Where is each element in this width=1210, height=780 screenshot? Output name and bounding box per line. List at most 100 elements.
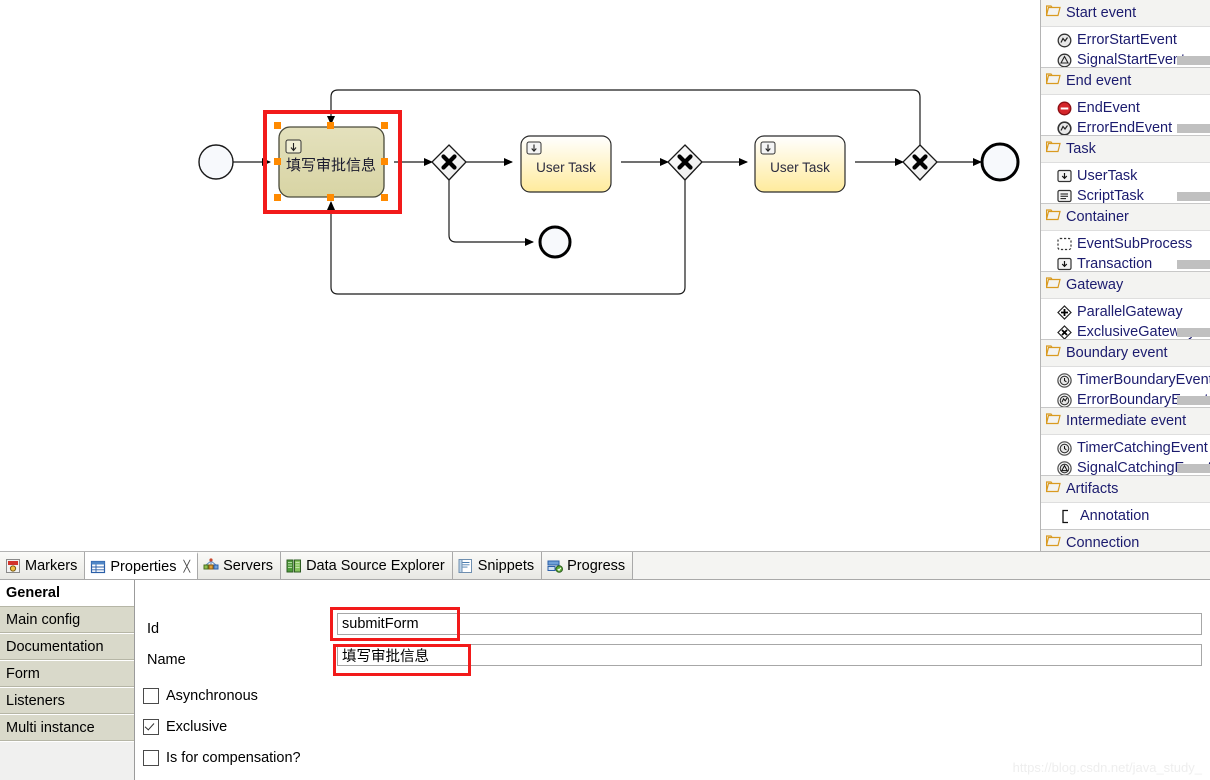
palette-scroll-thumb[interactable]: [1177, 396, 1210, 405]
palette-section-title: Start event: [1066, 5, 1137, 21]
property-tab-list[interactable]: General Main config Documentation Form L…: [0, 580, 135, 780]
bpmn-diagram[interactable]: 填写审批信息 User Task User Task: [0, 0, 1040, 551]
exclusive-checkbox[interactable]: [143, 719, 159, 735]
properties-body: General Main config Documentation Form L…: [0, 580, 1210, 780]
palette-section-header[interactable]: Gateway: [1041, 272, 1210, 299]
palette-scroll-thumb[interactable]: [1177, 56, 1210, 65]
property-tab-main-config[interactable]: Main config: [0, 607, 134, 634]
palette-section-gateway: Gateway ParallelGateway ExclusiveGateway: [1041, 272, 1210, 340]
node-end-event-2[interactable]: [980, 142, 1020, 182]
palette-section-title: End event: [1066, 73, 1132, 89]
node-gateway-1[interactable]: [431, 144, 467, 181]
property-tab-documentation[interactable]: Documentation: [0, 634, 134, 661]
palette-item-annotation[interactable]: Annotation: [1041, 503, 1210, 529]
palette-section-header[interactable]: Connection: [1041, 530, 1210, 551]
palette-section-start-event: Start event ErrorStartEvent SignalStartE…: [1041, 0, 1210, 68]
tab-label: Data Source Explorer: [306, 557, 445, 574]
property-tab-general[interactable]: General: [0, 580, 134, 607]
close-icon[interactable]: ╳: [183, 560, 190, 573]
palette-section-header[interactable]: Task: [1041, 136, 1210, 163]
bpmn-canvas[interactable]: 填写审批信息 User Task User Task: [0, 0, 1040, 551]
parallel-gateway-icon: [1057, 304, 1072, 320]
compensation-checkbox-row[interactable]: Is for compensation?: [143, 750, 301, 766]
timer-catching-event-icon: [1057, 440, 1072, 456]
asynchronous-label: Asynchronous: [166, 688, 258, 704]
palette-section-header[interactable]: Intermediate event: [1041, 408, 1210, 435]
property-tab-multi-instance[interactable]: Multi instance: [0, 715, 134, 742]
tab-data-source-explorer[interactable]: Data Source Explorer: [281, 552, 453, 579]
palette-scroll-thumb[interactable]: [1177, 192, 1210, 201]
palette-item-label: ErrorStartEvent: [1077, 32, 1177, 48]
node-user-task-1[interactable]: User Task: [520, 135, 612, 193]
folder-icon: [1045, 209, 1061, 225]
palette-scroll-thumb[interactable]: [1177, 124, 1210, 133]
palette-section-header[interactable]: Container: [1041, 204, 1210, 231]
tab-snippets[interactable]: Snippets: [452, 552, 543, 579]
palette-item-errorstartevent[interactable]: ErrorStartEvent: [1041, 27, 1210, 53]
palette-item-label: TimerBoundaryEvent: [1077, 372, 1210, 388]
error-boundary-event-icon: [1057, 393, 1072, 407]
asynchronous-checkbox-row[interactable]: Asynchronous: [143, 688, 258, 704]
palette-section-title: Boundary event: [1066, 345, 1168, 361]
servers-icon: [203, 557, 219, 574]
palette-section-header[interactable]: Artifacts: [1041, 476, 1210, 503]
node-user-task-2[interactable]: User Task: [754, 135, 846, 193]
property-tab-listeners[interactable]: Listeners: [0, 688, 134, 715]
node-submit-form-task[interactable]: 填写审批信息: [274, 122, 388, 201]
node-label-user-task-1: User Task: [536, 160, 596, 175]
palette-item-eventsubprocess[interactable]: EventSubProcess: [1041, 231, 1210, 257]
tab-servers[interactable]: Servers: [198, 552, 282, 579]
tab-properties[interactable]: Properties ╳: [85, 552, 199, 579]
annotation-icon: [1061, 509, 1071, 524]
palette-item-label: Annotation: [1080, 508, 1150, 524]
palette-section-artifacts: Artifacts Annotation: [1041, 476, 1210, 530]
app-root: 填写审批信息 User Task User Task Start event E…: [0, 0, 1210, 780]
event-sub-process-icon: [1057, 237, 1072, 251]
palette-item-label: UserTask: [1077, 168, 1138, 184]
palette-scroll-thumb[interactable]: [1177, 464, 1210, 473]
palette-item-usertask[interactable]: UserTask: [1041, 163, 1210, 189]
palette-section-header[interactable]: Boundary event: [1041, 340, 1210, 367]
exclusive-checkbox-row[interactable]: Exclusive: [143, 719, 227, 735]
palette-item-endevent[interactable]: EndEvent: [1041, 95, 1210, 121]
view-tabbar: Markers Properties ╳ Servers Data Source…: [0, 552, 1210, 580]
signal-catching-event-icon: [1057, 461, 1072, 475]
node-gateway-3[interactable]: [902, 144, 938, 181]
property-tab-label: Form: [6, 666, 40, 682]
palette-item-parallelgateway[interactable]: ParallelGateway: [1041, 299, 1210, 325]
folder-icon: [1045, 535, 1061, 551]
compensation-checkbox[interactable]: [143, 750, 159, 766]
node-gateway-2[interactable]: [667, 144, 703, 181]
palette-section-title: Artifacts: [1066, 481, 1119, 497]
property-tab-form[interactable]: Form: [0, 661, 134, 688]
palette-scroll-thumb[interactable]: [1177, 260, 1210, 269]
tab-label: Snippets: [477, 557, 535, 574]
palette-section-header[interactable]: End event: [1041, 68, 1210, 95]
node-end-event-1[interactable]: [538, 225, 572, 259]
property-tab-label: Documentation: [6, 639, 104, 655]
tab-progress[interactable]: Progress: [542, 552, 634, 579]
user-task-icon: [1057, 169, 1072, 183]
palette-item-timerboundaryevent[interactable]: TimerBoundaryEvent: [1041, 367, 1210, 393]
property-tab-label: Multi instance: [6, 720, 95, 736]
property-form: Id Name Asynchronous Exclusive: [135, 580, 1210, 780]
timer-boundary-event-icon: [1057, 372, 1072, 388]
name-input[interactable]: [337, 644, 1202, 666]
palette-section-boundary-event: Boundary event TimerBoundaryEvent ErrorB…: [1041, 340, 1210, 408]
asynchronous-checkbox[interactable]: [143, 688, 159, 704]
palette-item-label: ErrorEndEvent: [1077, 121, 1173, 135]
snippets-icon: [458, 558, 474, 574]
bpmn-palette[interactable]: Start event ErrorStartEvent SignalStartE…: [1040, 0, 1210, 551]
folder-icon: [1045, 141, 1061, 157]
palette-item-label: ParallelGateway: [1077, 304, 1183, 320]
transaction-icon: [1057, 257, 1072, 271]
id-input[interactable]: [337, 613, 1202, 635]
properties-view: Markers Properties ╳ Servers Data Source…: [0, 551, 1210, 780]
tab-markers[interactable]: Markers: [0, 552, 86, 579]
palette-scroll-thumb[interactable]: [1177, 328, 1210, 337]
palette-item-label: EventSubProcess: [1077, 236, 1193, 252]
palette-item-timercatchingevent[interactable]: TimerCatchingEvent: [1041, 435, 1210, 461]
palette-section-header[interactable]: Start event: [1041, 0, 1210, 27]
markers-icon: [5, 558, 21, 574]
node-start-event[interactable]: [198, 144, 234, 180]
